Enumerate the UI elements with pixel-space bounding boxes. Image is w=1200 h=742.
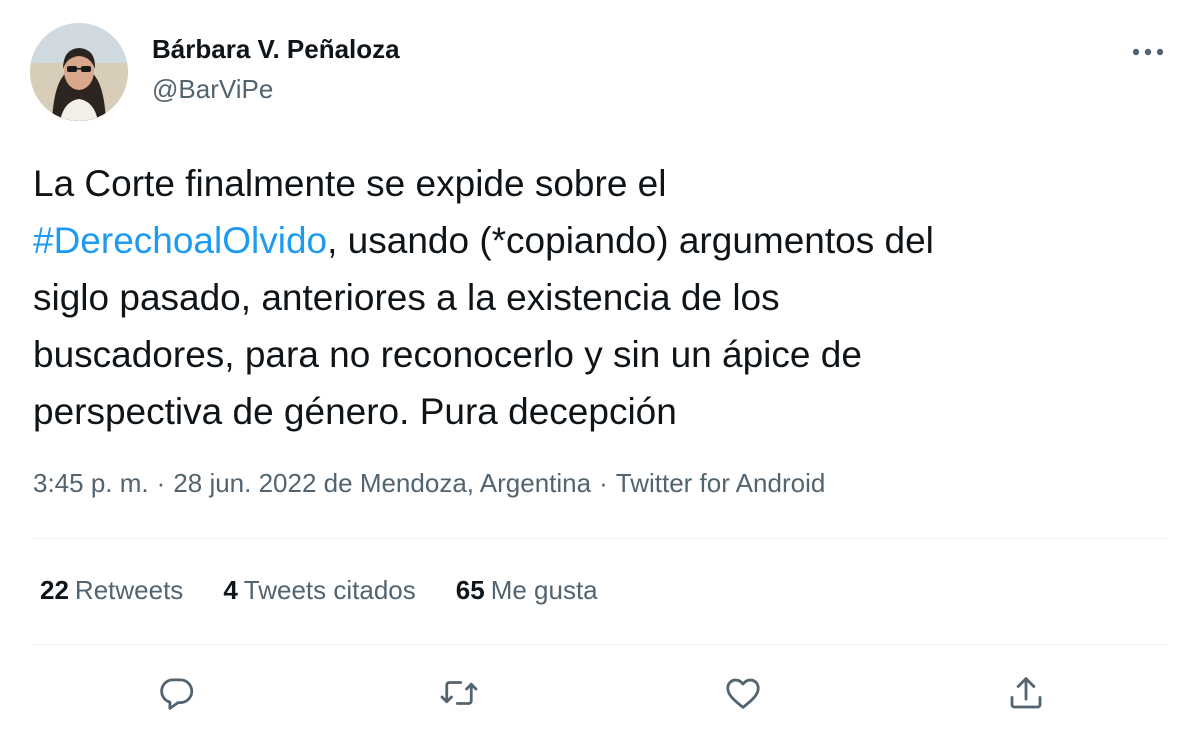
avatar-photo (30, 23, 128, 121)
tweet-text-segment: La Corte finalmente se expide sobre el (33, 163, 667, 204)
likes-stat[interactable]: 65 Me gusta (456, 575, 598, 606)
quote-tweets-label: Tweets citados (243, 575, 416, 605)
more-options-button[interactable] (1124, 32, 1172, 72)
like-button[interactable] (718, 668, 768, 718)
tweet-text-line: buscadores, para no reconocerlo y sin un… (33, 326, 1173, 383)
hashtag-link[interactable]: #DerechoalOlvido (33, 220, 327, 261)
heart-icon (726, 678, 760, 709)
share-button[interactable] (1001, 668, 1051, 718)
likes-count: 65 (455, 575, 485, 605)
retweets-stat[interactable]: 22 Retweets (40, 575, 183, 606)
quote-tweets-stat[interactable]: 4 Tweets citados (223, 575, 415, 606)
tweet-text-segment: buscadores, para no reconocerlo y sin un… (33, 334, 862, 375)
retweet-icon (440, 681, 478, 705)
reply-icon (160, 678, 194, 710)
share-icon (1010, 677, 1042, 709)
reply-button[interactable] (151, 668, 201, 718)
engagement-stats: 22 Retweets 4 Tweets citados 65 Me gusta (40, 575, 638, 606)
divider (32, 644, 1168, 645)
tweet-text-segment: perspectiva de género. Pura decepción (33, 391, 677, 432)
tweet-text-segment: siglo pasado, anteriores a la existencia… (33, 277, 780, 318)
tweet-card: Bárbara V. Peñaloza @BarViPe La Corte fi… (0, 0, 1200, 742)
meta-separator: · (599, 468, 608, 498)
tweet-text-line: perspectiva de género. Pura decepción (33, 383, 1173, 440)
tweet-text-line: La Corte finalmente se expide sobre el (33, 155, 1173, 212)
more-icon (1132, 48, 1164, 56)
author-handle[interactable]: @BarViPe (152, 74, 273, 105)
retweet-button[interactable] (434, 668, 484, 718)
retweets-label: Retweets (74, 575, 184, 605)
tweet-metadata: 3:45 p. m. · 28 jun. 2022 de Mendoza, Arge… (33, 468, 825, 499)
author-name[interactable]: Bárbara V. Peñaloza (152, 34, 400, 65)
divider (32, 538, 1168, 539)
tweet-text-segment: , usando (*copiando) argumentos del (327, 220, 934, 261)
tweet-location: de Mendoza, Argentina (323, 468, 592, 498)
meta-separator: · (156, 468, 166, 498)
tweet-source[interactable]: Twitter for Android (616, 468, 826, 498)
tweet-text-line: siglo pasado, anteriores a la existencia… (33, 269, 1173, 326)
retweets-count: 22 (40, 575, 69, 605)
likes-label: Me gusta (490, 575, 598, 605)
avatar[interactable] (30, 23, 128, 121)
tweet-text-line: #DerechoalOlvido, usando (*copiando) arg… (33, 212, 1173, 269)
quote-tweets-count: 4 (223, 575, 238, 605)
tweet-text: La Corte finalmente se expide sobre el #… (33, 155, 1173, 440)
timestamp-time[interactable]: 3:45 p. m. (33, 468, 149, 498)
timestamp-date[interactable]: 28 jun. 2022 (173, 468, 316, 498)
